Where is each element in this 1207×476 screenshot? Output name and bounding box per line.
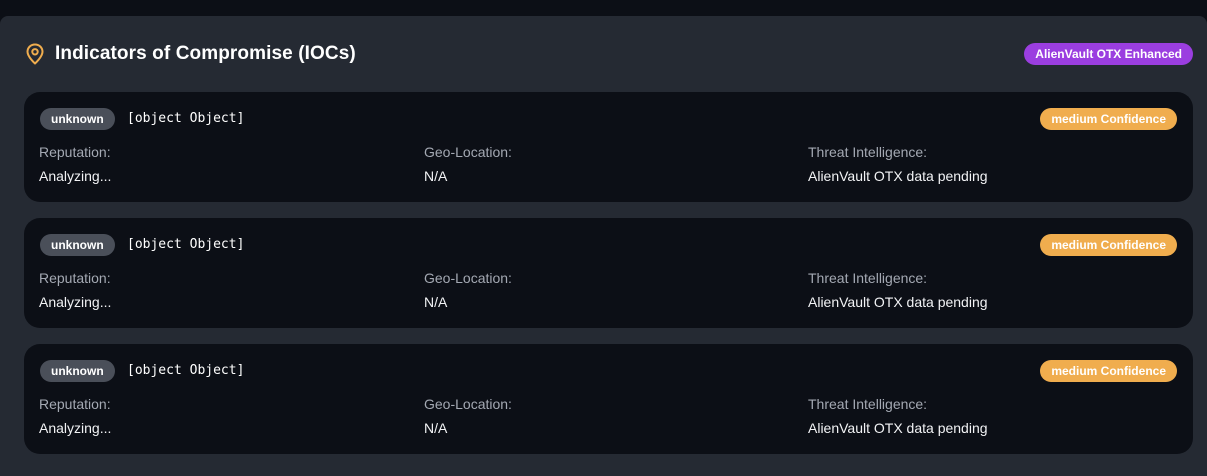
- geo-location-label: Geo-Location:: [424, 396, 512, 412]
- threat-intel-label: Threat Intelligence:: [808, 396, 928, 412]
- ioc-type-badge: unknown: [40, 108, 115, 130]
- geo-location-label: Geo-Location:: [424, 144, 512, 160]
- panel-title: Indicators of Compromise (IOCs): [55, 43, 356, 64]
- geo-location-value: N/A: [424, 168, 448, 184]
- geo-location-field: Geo-Location: N/A: [424, 396, 512, 436]
- reputation-field: Reputation: Analyzing...: [39, 144, 111, 184]
- ioc-value: [object Object]: [127, 111, 245, 126]
- confidence-badge: medium Confidence: [1040, 108, 1177, 130]
- ioc-panel: Indicators of Compromise (IOCs) AlienVau…: [0, 16, 1207, 476]
- threat-intel-label: Threat Intelligence:: [808, 270, 928, 286]
- threat-intel-field: Threat Intelligence: AlienVault OTX data…: [808, 396, 988, 436]
- reputation-field: Reputation: Analyzing...: [39, 270, 111, 310]
- geo-location-label: Geo-Location:: [424, 270, 512, 286]
- threat-intel-label: Threat Intelligence:: [808, 144, 928, 160]
- geo-location-field: Geo-Location: N/A: [424, 144, 512, 184]
- threat-intel-value: AlienVault OTX data pending: [808, 294, 988, 310]
- ioc-type-badge: unknown: [40, 234, 115, 256]
- confidence-badge: medium Confidence: [1040, 360, 1177, 382]
- geo-location-field: Geo-Location: N/A: [424, 270, 512, 310]
- ioc-card[interactable]: unknown [object Object] medium Confidenc…: [24, 218, 1193, 328]
- threat-intel-value: AlienVault OTX data pending: [808, 168, 988, 184]
- threat-intel-value: AlienVault OTX data pending: [808, 420, 988, 436]
- ioc-card[interactable]: unknown [object Object] medium Confidenc…: [24, 344, 1193, 454]
- ioc-value: [object Object]: [127, 363, 245, 378]
- threat-intel-field: Threat Intelligence: AlienVault OTX data…: [808, 270, 988, 310]
- reputation-label: Reputation:: [39, 270, 111, 286]
- panel-header: Indicators of Compromise (IOCs) AlienVau…: [24, 40, 1193, 68]
- geo-location-value: N/A: [424, 420, 448, 436]
- reputation-label: Reputation:: [39, 396, 111, 412]
- map-pin-icon: [24, 42, 46, 66]
- reputation-field: Reputation: Analyzing...: [39, 396, 111, 436]
- reputation-value: Analyzing...: [39, 168, 112, 184]
- ioc-list: unknown [object Object] medium Confidenc…: [24, 92, 1193, 470]
- ioc-card[interactable]: unknown [object Object] medium Confidenc…: [24, 92, 1193, 202]
- reputation-label: Reputation:: [39, 144, 111, 160]
- geo-location-value: N/A: [424, 294, 448, 310]
- threat-intel-field: Threat Intelligence: AlienVault OTX data…: [808, 144, 988, 184]
- ioc-type-badge: unknown: [40, 360, 115, 382]
- reputation-value: Analyzing...: [39, 420, 112, 436]
- reputation-value: Analyzing...: [39, 294, 112, 310]
- ioc-value: [object Object]: [127, 237, 245, 252]
- confidence-badge: medium Confidence: [1040, 234, 1177, 256]
- source-badge: AlienVault OTX Enhanced: [1024, 43, 1193, 65]
